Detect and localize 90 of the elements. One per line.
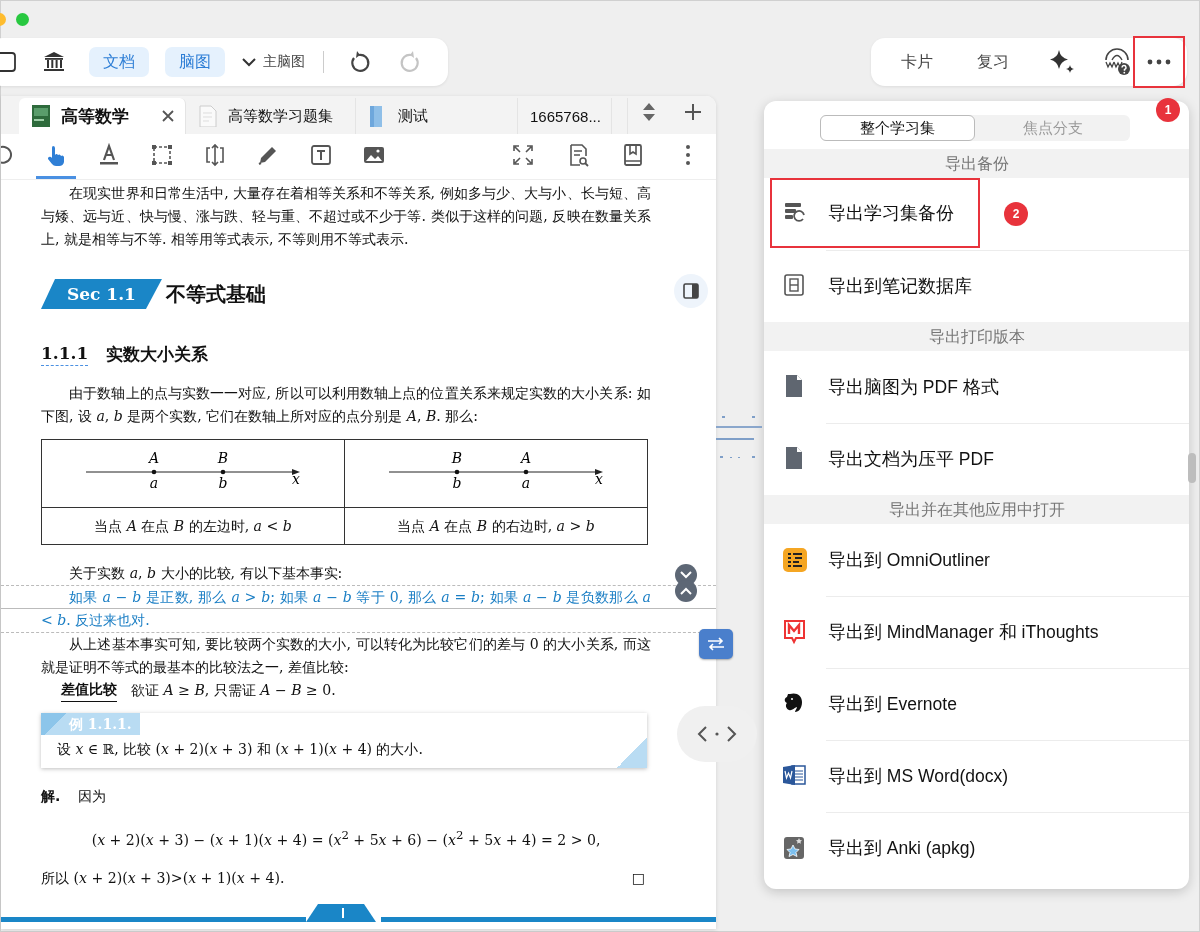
document-tab[interactable]: 高等数学 xyxy=(19,98,186,134)
definition-text: 欲证 A ≥ B, 只需证 A − B ≥ 0. xyxy=(131,681,336,700)
table-cell-text: 当点 A 在点 B 的左边时, a < b xyxy=(94,517,292,534)
toolbar-button[interactable]: 卡片 xyxy=(893,45,941,79)
step-badge: 1 xyxy=(1156,98,1180,122)
paragraph: 关于实数 a, b 大小的比较, 有以下基本事实: xyxy=(68,564,344,583)
bank-icon xyxy=(42,50,66,74)
point-label: b xyxy=(452,475,462,491)
qed-mark: □ xyxy=(631,868,645,888)
paragraph: 由于数轴上的点与实数一一对应, 所以可以利用数轴上点的位置关系来规定实数的大小关系: 如下图, 设 a, b 是两个实数, 它们在数轴上所对应的点分别是 A, B. 那么: xyxy=(41,384,651,426)
new-tab-button[interactable] xyxy=(684,103,702,121)
scrollbar-thumb[interactable] xyxy=(1188,453,1196,483)
export-menu-item[interactable]: 导出脑图为 PDF 格式 xyxy=(764,351,1189,423)
book-cover-icon xyxy=(31,105,51,127)
example-label: 例 1.1.1. xyxy=(41,713,140,735)
example-text: 设 x ∈ ℝ, 比较 (x + 2)(x + 3) 和 (x + 1)(x + 4) 的大小. xyxy=(57,740,423,759)
export-menu-item[interactable]: 导出学习集备份 2 xyxy=(764,178,1189,250)
left-right-chevrons-icon xyxy=(697,725,737,743)
bookmark-book-icon xyxy=(621,143,645,167)
crop-expand-icon xyxy=(203,143,227,167)
mindmap-dropdown[interactable]: 主脑图 xyxy=(241,53,305,71)
subsection-number: 1.1.1 xyxy=(41,342,89,366)
document-tab[interactable]: 测试 xyxy=(356,98,518,134)
text-highlight-icon xyxy=(97,143,121,167)
document-icon xyxy=(198,105,218,127)
export-menu-item[interactable]: 导出到 OmniOutliner xyxy=(764,524,1189,596)
point-label: a xyxy=(521,475,531,491)
number-line-point xyxy=(220,469,226,475)
section-badge: Sec 1.1 xyxy=(41,279,162,309)
more-vertical-icon xyxy=(685,144,691,166)
document-tab[interactable]: 高等数学习题集 xyxy=(186,98,356,134)
point-label: B xyxy=(217,450,229,466)
selection-box-icon xyxy=(150,143,174,167)
export-menu-item[interactable]: 导出到 MindManager 和 iThoughts xyxy=(764,596,1189,668)
export-menu-item[interactable]: 导出到 MS Word(docx) xyxy=(764,740,1189,812)
export-menu-item[interactable]: 导出到笔记数据库 xyxy=(764,250,1189,322)
equation: (x + 2)(x + 3) − (x + 1)(x + 4) = (x$^{2}$ + 5𝑥 + 6) − (x$^{2}$ + 5𝑥 + 4) = 2 > 0, xyxy=(91,831,601,848)
text-box-icon xyxy=(309,143,333,167)
paragraph: 从上述基本事实可知, 要比较两个实数的大小, 可以转化为比较它们的差与 0 的大小关系, 而这就是证明不等式的最基本的比较法之一, 差值比较: xyxy=(41,635,651,677)
plus-icon xyxy=(684,103,702,121)
number-line-point xyxy=(151,469,157,475)
export-menu-item[interactable]: 导出文档为压平 PDF xyxy=(764,423,1189,495)
chevron-down-icon xyxy=(241,57,257,67)
point-label: A xyxy=(148,450,160,466)
swap-button[interactable] xyxy=(699,629,733,659)
paragraph: 在现实世界和日常生活中, 大量存在着相等关系和不等关系, 例如多与少、大与小、长与短、高与矮、远与近、快与慢、涨与跌、轻与重、不超过或不少于等. 类似于这样的问题, 反映在数量关系上, 就是相等与不等. 相等用等式表示, 不等则用不等式表示. xyxy=(41,184,651,249)
view-toggle[interactable]: 脑图 xyxy=(165,47,225,77)
menu-section-header: 导出打印版本 xyxy=(764,322,1189,351)
document-tab[interactable]: 1665768... xyxy=(518,98,612,134)
point-label: A xyxy=(520,450,532,466)
section-title: 不等式基础 xyxy=(165,282,266,306)
more-icon xyxy=(1147,59,1172,65)
table-cell-text: 当点 A 在点 B 的右边时, a > b xyxy=(397,517,595,534)
number-line-point xyxy=(523,469,529,475)
point-label: b xyxy=(218,475,228,491)
point-label: B xyxy=(451,450,463,466)
scope-segment[interactable]: 整个学习集 xyxy=(820,115,975,141)
conclusion-text: 所以 (x + 2)(x + 3)>(x + 1)(x + 4). xyxy=(41,868,285,888)
toolbar-button[interactable]: 复习 xyxy=(969,45,1017,79)
sort-arrows-icon xyxy=(642,102,656,122)
outline-app-icon xyxy=(782,547,808,573)
swap-arrows-icon xyxy=(706,636,726,652)
definition-term: 差值比较 xyxy=(61,679,117,702)
chevron-up-icon xyxy=(680,587,692,595)
globe-help-icon xyxy=(1102,48,1131,76)
solution-text: 因为 xyxy=(78,787,107,806)
step-badge: 2 xyxy=(1004,202,1028,226)
side-panel-button[interactable] xyxy=(674,274,708,308)
subsection-title: 实数大小关系 xyxy=(106,342,209,366)
export-menu-item[interactable]: 导出到 Evernote xyxy=(764,668,1189,740)
chevron-down-icon xyxy=(680,571,692,579)
axis-label: x xyxy=(595,471,603,487)
axis-label: x xyxy=(292,471,300,487)
letter-m-app-icon xyxy=(782,619,808,645)
window-control-dot[interactable] xyxy=(16,13,29,26)
point-label: a xyxy=(149,475,159,491)
fullscreen-icon xyxy=(511,143,535,167)
menu-section-header: 导出并在其他应用中打开 xyxy=(764,495,1189,524)
menu-section-header: 导出备份 xyxy=(764,149,1189,178)
close-icon xyxy=(161,109,175,123)
annotation-box: 导出学习集备份 xyxy=(770,178,980,248)
export-menu-item[interactable]: 导出到 Anki (apkg) xyxy=(764,812,1189,884)
highlighted-paragraph: 如果 a − b 是正数, 那么 a > b; 如果 a − b 等于 0, 那么 a = b; 如果 a − b 是负数那么 a < b. 反过来也对. xyxy=(41,588,651,630)
close-tab-button[interactable] xyxy=(161,109,175,123)
view-toggle[interactable]: 文档 xyxy=(89,47,149,77)
solution-label: 解. xyxy=(41,787,61,806)
number-line-point xyxy=(454,469,460,475)
side-panel-icon xyxy=(683,283,699,299)
more-button[interactable] xyxy=(1133,36,1185,88)
sort-tabs-button[interactable] xyxy=(642,102,656,122)
